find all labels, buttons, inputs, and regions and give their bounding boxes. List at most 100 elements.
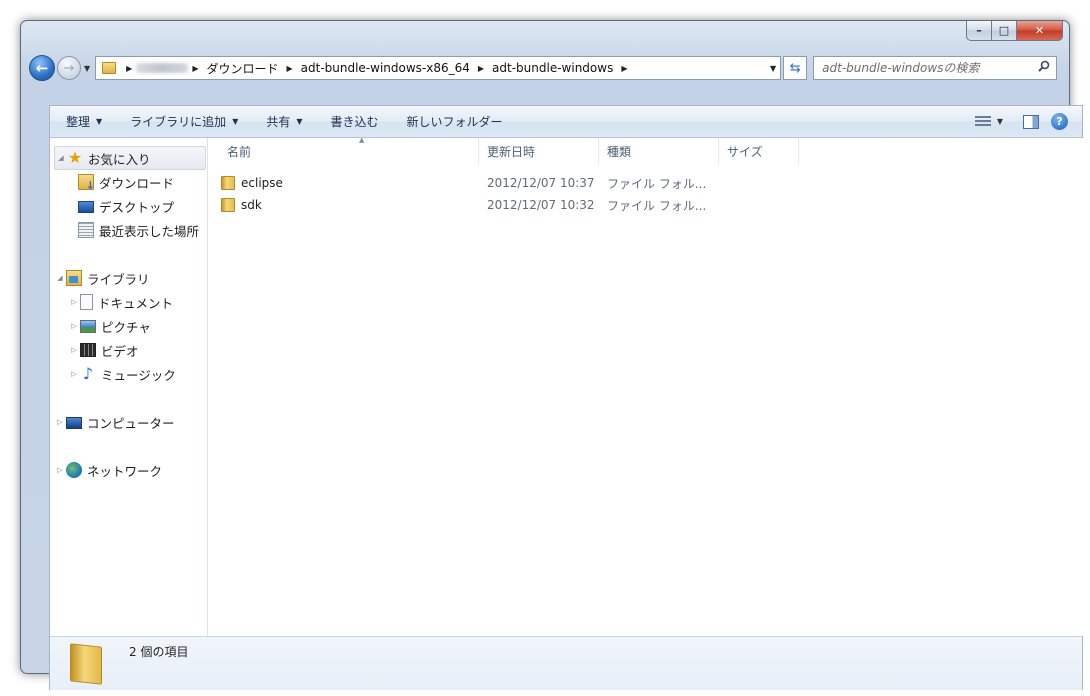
- column-header-name[interactable]: 名前 ▲: [219, 136, 479, 164]
- preview-pane-icon[interactable]: [1023, 114, 1039, 129]
- explorer-content: 整理 ▼ ライブラリに追加 ▼ 共有 ▼ 書き込む 新しいフォルダー ▼ ? ◢ ★: [49, 105, 1084, 690]
- search-icon[interactable]: [1038, 60, 1050, 72]
- search-box[interactable]: [813, 56, 1058, 80]
- address-bar[interactable]: ▶ ▶ ダウンロード ▶ adt-bundle-windows-x86_64 ▶…: [95, 56, 782, 80]
- nav-item-videos[interactable]: ▷ ビデオ: [68, 338, 139, 362]
- document-icon: [80, 294, 93, 310]
- music-icon: ♪: [82, 364, 94, 383]
- computer-icon: [66, 416, 82, 429]
- collapsed-icon[interactable]: ▷: [68, 322, 80, 330]
- toolbar-right: ▼ ?: [967, 113, 1082, 130]
- nav-item-label: ダウンロード: [99, 175, 175, 191]
- file-modified: 2012/12/07 10:32: [487, 198, 595, 212]
- nav-item-label: 最近表示した場所: [99, 223, 200, 239]
- nav-item-recent-places[interactable]: 最近表示した場所: [78, 218, 199, 242]
- expand-icon[interactable]: ◢: [54, 274, 66, 282]
- nav-libraries[interactable]: ◢ ライブラリ: [54, 266, 211, 290]
- star-icon: ★: [67, 148, 83, 167]
- redacted-user-folder: [136, 63, 189, 73]
- organize-label: 整理: [66, 115, 91, 129]
- nav-item-label: ビデオ: [101, 343, 139, 359]
- nav-item-label: ピクチャ: [101, 319, 151, 335]
- share-button[interactable]: 共有 ▼: [256, 110, 312, 134]
- nav-item-documents[interactable]: ▷ ドキュメント: [68, 290, 173, 314]
- collapsed-icon[interactable]: ▷: [68, 346, 80, 354]
- folder-icon: [221, 198, 235, 212]
- explorer-window: – □ ✕ ← → ▼ ▶ ▶ ダウンロード ▶ adt-bundle-wind…: [20, 20, 1084, 690]
- view-options-icon: [974, 115, 991, 128]
- add-to-library-button[interactable]: ライブラリに追加 ▼: [120, 110, 248, 134]
- details-pane: 2 個の項目: [50, 636, 1082, 690]
- nav-network-label: ネットワーク: [87, 463, 163, 479]
- collapsed-icon[interactable]: ▷: [68, 370, 80, 378]
- share-label: 共有: [266, 115, 291, 129]
- collapsed-icon[interactable]: ▷: [68, 298, 80, 306]
- caret-down-icon: ▼: [232, 117, 239, 126]
- nav-libraries-label: ライブラリ: [87, 271, 150, 287]
- picture-icon: [80, 319, 96, 333]
- nav-item-label: ミュージック: [101, 367, 176, 383]
- nav-computer[interactable]: ▷ コンピューター: [54, 410, 211, 434]
- item-count: 2 個の項目: [129, 645, 189, 659]
- folder-icon: [102, 62, 117, 74]
- file-name: sdk: [241, 198, 262, 212]
- chevron-right-icon[interactable]: ▶: [282, 64, 296, 73]
- caret-down-icon: ▼: [296, 117, 303, 126]
- file-type: ファイル フォル...: [607, 198, 707, 213]
- nav-item-desktop[interactable]: デスクトップ: [78, 194, 174, 218]
- downloads-folder-icon: [78, 174, 95, 192]
- command-bar: 整理 ▼ ライブラリに追加 ▼ 共有 ▼ 書き込む 新しいフォルダー ▼ ?: [50, 106, 1082, 138]
- column-header-size[interactable]: サイズ: [719, 138, 799, 164]
- nav-item-pictures[interactable]: ▷ ピクチャ: [68, 314, 151, 338]
- navigation-bar: ← → ▼ ▶ ▶ ダウンロード ▶ adt-bundle-windows-x8…: [29, 53, 1063, 83]
- minimize-button[interactable]: –: [966, 21, 992, 41]
- address-dropdown[interactable]: ▼: [770, 64, 776, 73]
- collapsed-icon[interactable]: ▷: [54, 466, 66, 474]
- nav-item-label: デスクトップ: [99, 199, 175, 215]
- folder-icon: [221, 176, 235, 190]
- file-name-cell: sdk: [221, 198, 461, 212]
- column-header-label: 名前: [227, 144, 252, 159]
- chevron-right-icon[interactable]: ▶: [474, 64, 488, 73]
- search-input[interactable]: [814, 57, 1025, 79]
- recent-pages-dropdown[interactable]: ▼: [84, 64, 90, 73]
- video-icon: [80, 343, 96, 357]
- nav-favorites[interactable]: ◢ ★ お気に入り: [54, 146, 206, 170]
- burn-button[interactable]: 書き込む: [321, 110, 389, 134]
- file-type: ファイル フォル...: [607, 176, 707, 191]
- recent-places-icon: [78, 222, 94, 238]
- expand-icon[interactable]: ◢: [55, 154, 67, 162]
- file-list: 名前 ▲ 更新日時 種類 サイズ eclipse 2012/12/07 10:3…: [209, 136, 1084, 636]
- new-folder-button[interactable]: 新しいフォルダー: [397, 110, 513, 134]
- navigation-pane: ◢ ★ お気に入り ダウンロード デスクトップ 最近表示した場所 ◢ ライブラリ: [50, 138, 208, 636]
- chevron-right-icon[interactable]: ▶: [617, 64, 631, 73]
- nav-item-music[interactable]: ▷ ♪ ミュージック: [68, 362, 176, 386]
- maximize-button[interactable]: □: [992, 21, 1017, 41]
- desktop-icon: [78, 201, 94, 213]
- file-name: eclipse: [241, 176, 283, 190]
- column-header-type[interactable]: 種類: [599, 138, 719, 164]
- breadcrumb-adt-bundle[interactable]: adt-bundle-windows: [488, 57, 617, 79]
- caption-buttons: – □ ✕: [966, 21, 1063, 41]
- chevron-right-icon[interactable]: ▶: [122, 64, 136, 73]
- breadcrumb-adt-bundle-x86[interactable]: adt-bundle-windows-x86_64: [297, 57, 474, 79]
- help-icon[interactable]: ?: [1051, 113, 1068, 130]
- change-view-button[interactable]: ▼: [967, 115, 1011, 128]
- nav-network[interactable]: ▷ ネットワーク: [54, 458, 211, 482]
- file-name-cell: eclipse: [221, 176, 461, 190]
- library-icon: [66, 270, 82, 286]
- forward-button[interactable]: →: [57, 56, 81, 80]
- nav-item-label: ドキュメント: [98, 295, 174, 311]
- file-modified: 2012/12/07 10:37: [487, 176, 595, 190]
- back-button[interactable]: ←: [29, 55, 55, 81]
- column-header-modified[interactable]: 更新日時: [479, 138, 599, 164]
- nav-item-downloads[interactable]: ダウンロード: [78, 170, 174, 194]
- chevron-right-icon[interactable]: ▶: [188, 64, 202, 73]
- breadcrumb-downloads[interactable]: ダウンロード: [202, 57, 282, 79]
- organize-button[interactable]: 整理 ▼: [56, 110, 112, 134]
- sort-ascending-icon: ▲: [359, 136, 365, 144]
- collapsed-icon[interactable]: ▷: [54, 418, 66, 426]
- close-button[interactable]: ✕: [1017, 21, 1063, 41]
- caret-down-icon: ▼: [996, 117, 1003, 126]
- refresh-button[interactable]: ⇆: [783, 56, 808, 80]
